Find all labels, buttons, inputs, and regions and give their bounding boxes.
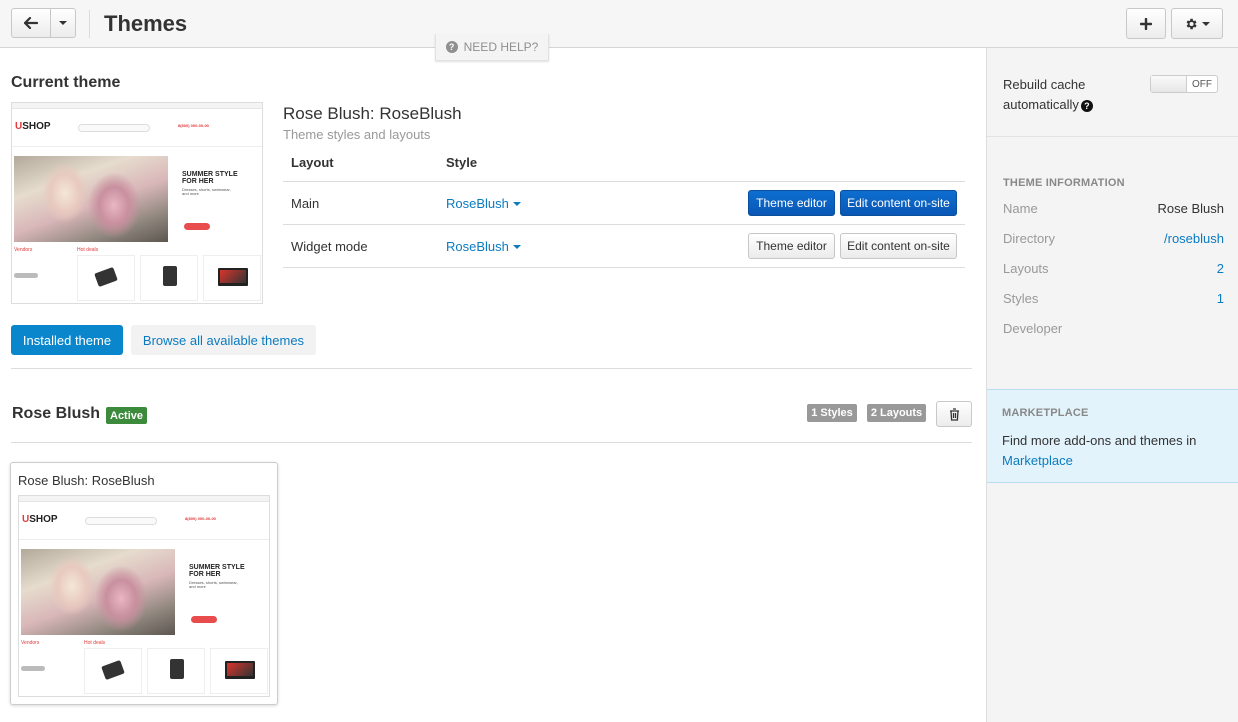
tab-browse-themes[interactable]: Browse all available themes [131,325,316,355]
toggle-knob [1151,76,1187,92]
preview-logo: USHOP [22,514,58,525]
current-theme-heading: Current theme [11,74,121,91]
current-theme-name: Rose Blush: RoseBlush [283,104,462,123]
preview-cta [191,616,217,623]
tab-installed-theme[interactable]: Installed theme [11,325,123,355]
back-button[interactable] [11,8,51,38]
status-badge: Active [106,407,148,424]
question-circle-icon: ? [445,41,458,53]
sidebar: Rebuild cache automatically? OFF THEME I… [986,48,1238,722]
style-dropdown[interactable]: RoseBlush [446,239,521,254]
header-divider [89,10,90,38]
theme-card-preview: USHOP 8(800) 000-00-00 SUMMER STYLE FOR H… [18,495,270,697]
rebuild-cache-label: Rebuild cache automatically? [1003,75,1143,115]
preview-cta [184,223,210,230]
settings-button[interactable] [1171,8,1223,39]
preview-vendors: Vendors [14,247,33,253]
preview-promo: SUMMER STYLE FOR HER Dresses, shorts, swim… [182,171,238,196]
style-dropdown-label: RoseBlush [446,196,509,211]
preview-search [78,124,150,132]
installed-theme-name: Rose Blush [12,405,101,422]
sidebar-divider [987,136,1238,137]
preview-hot-deals: Hot deals [84,640,106,646]
arrow-left-icon [24,17,38,29]
preview-phone: 8(800) 000-00-00 [178,123,209,128]
directory-link[interactable]: /roseblush [1164,231,1224,246]
page-header: Themes [0,0,1238,48]
preview-product [140,255,198,301]
edit-content-on-site-button[interactable]: Edit content on-site [840,190,957,216]
preview-pill [21,666,45,671]
marketplace-heading: MARKETPLACE [1002,407,1089,419]
layouts-count-badge: 2 Layouts [867,404,926,422]
preview-hero-image [21,549,175,635]
add-theme-button[interactable] [1126,8,1166,39]
toggle-state-label: OFF [1192,78,1212,90]
theme-editor-button[interactable]: Theme editor [748,233,835,259]
back-button-group [11,8,76,38]
preview-pill [14,273,38,278]
preview-hot-deals: Hot deals [77,247,99,253]
preview-nav [12,139,262,147]
layout-name: Main [291,196,320,211]
preview-topbar [12,103,262,109]
chevron-down-icon [1202,21,1210,26]
divider [11,368,972,369]
need-help-label: NEED HELP? [463,40,539,54]
styles-count-badge: 1 Styles [807,404,857,422]
back-dropdown-button[interactable] [51,8,76,38]
layout-name: Widget mode [291,239,368,254]
preview-promo: SUMMER STYLE FOR HER Dresses, shorts, swim… [189,564,245,589]
preview-product [147,648,205,694]
marketplace-link[interactable]: Marketplace [1002,453,1073,468]
current-theme-preview: USHOP 8(800) 000-00-00 SUMMER STYLE FOR H… [11,102,263,304]
need-help-tab[interactable]: ? NEED HELP? [435,34,549,61]
delete-theme-button[interactable] [936,401,972,427]
current-theme-subtitle: Theme styles and layouts [283,127,431,142]
gear-icon [1186,18,1197,29]
theme-card-title: Rose Blush: RoseBlush [18,473,155,488]
column-style: Style [446,155,478,170]
theme-card[interactable]: Rose Blush: RoseBlush USHOP 8(800) 000-0… [10,462,278,705]
preview-product [203,255,261,301]
layouts-table-header: Layout Style [283,154,965,182]
table-row: Main RoseBlush Theme editor Edit content… [283,182,965,225]
question-circle-icon[interactable]: ? [1080,99,1093,112]
styles-link[interactable]: 1 [1217,291,1224,306]
table-row: Widget mode RoseBlush Theme editor Edit … [283,225,965,268]
preview-vendors: Vendors [21,640,40,646]
chevron-down-icon [59,21,67,25]
preview-nav [19,532,269,540]
chevron-down-icon [512,244,521,249]
preview-phone: 8(800) 000-00-00 [185,516,216,521]
preview-hero-image [14,156,168,242]
preview-logo: USHOP [15,121,51,132]
marketplace-panel: MARKETPLACE Find more add-ons and themes… [987,389,1238,483]
style-dropdown-label: RoseBlush [446,239,509,254]
marketplace-text: Find more add-ons and themes in Marketpl… [1002,433,1197,468]
page-title: Themes [104,11,188,36]
chevron-down-icon [512,201,521,206]
plus-icon [1140,17,1152,30]
trash-icon [949,407,959,421]
divider [11,442,972,443]
theme-editor-button[interactable]: Theme editor [748,190,835,216]
theme-information-heading: THEME INFORMATION [1003,177,1125,189]
style-dropdown[interactable]: RoseBlush [446,196,521,211]
preview-product [210,648,268,694]
preview-search [85,517,157,525]
edit-content-on-site-button[interactable]: Edit content on-site [840,233,957,259]
column-layout: Layout [291,155,334,170]
preview-topbar [19,496,269,502]
layouts-link[interactable]: 2 [1217,261,1224,276]
preview-product [84,648,142,694]
preview-product [77,255,135,301]
rebuild-cache-toggle[interactable]: OFF [1150,75,1218,93]
